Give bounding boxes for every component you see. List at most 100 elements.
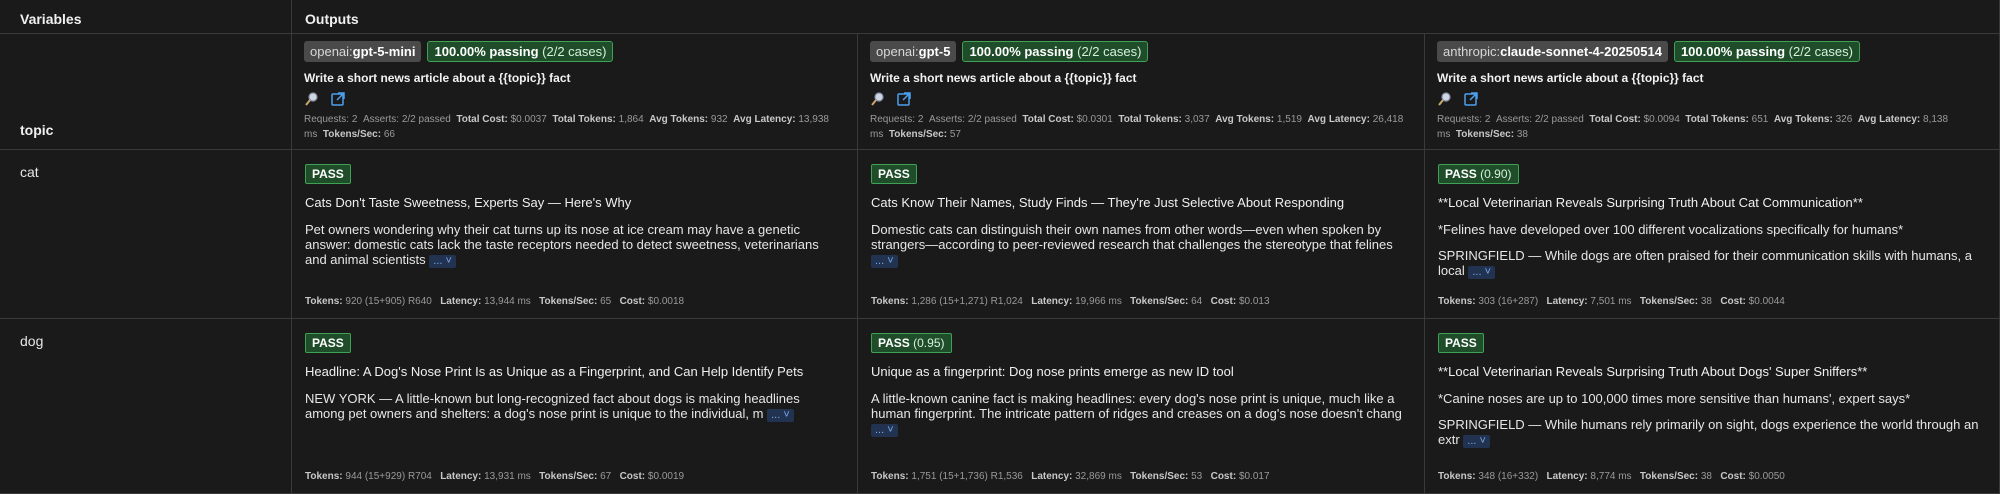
result-cell[interactable]: PASS (0.95) Unique as a fingerprint: Dog …	[858, 319, 1425, 494]
provider-label: openai:gpt-5	[870, 41, 957, 62]
stat-label: Tokens/Sec:	[322, 129, 382, 140]
result-cell[interactable]: PASS Cats Don't Taste Sweetness, Experts …	[292, 150, 858, 319]
result-cell[interactable]: PASS (0.90) **Local Veterinarian Reveals …	[1425, 150, 2000, 319]
stat-value: 2/2 passed	[401, 114, 451, 125]
stat-label: Cost:	[1210, 296, 1237, 307]
more-label: ...	[771, 409, 781, 421]
stat-avg-tokens: Avg Tokens: 1,519	[1215, 114, 1307, 125]
pass-badge: PASS	[305, 333, 351, 353]
stat-latency: Latency: 7,501 ms	[1547, 296, 1640, 307]
chevron-down-icon: ˅	[780, 409, 790, 421]
stat-value: 13,931 ms	[484, 471, 531, 482]
show-more-button[interactable]: ... ˅	[767, 409, 794, 422]
show-more-button[interactable]: ... ˅	[871, 424, 898, 437]
provider-model: gpt-5	[918, 44, 951, 59]
stat-label: Tokens/Sec:	[888, 129, 948, 140]
show-more-button[interactable]: ... ˅	[1463, 435, 1490, 448]
stat-cost: Cost: $0.0044	[1720, 296, 1793, 307]
stat-value: 920 (15+905) R640	[345, 296, 432, 307]
pass-badge: PASS	[1438, 333, 1484, 353]
stat-requests: Requests: 2	[1437, 114, 1496, 125]
stat-tokens: Tokens: 920 (15+905) R640	[305, 296, 440, 307]
stat-label: Tokens:	[1438, 296, 1476, 307]
stat-label: Avg Tokens:	[1215, 114, 1275, 125]
stat-label: Avg Latency:	[1857, 114, 1921, 125]
show-more-button[interactable]: ... ˅	[429, 255, 456, 268]
result-title: **Local Veterinarian Reveals Surprising …	[1438, 195, 1863, 210]
stat-value: 1,751 (15+1,736) R1,536	[911, 471, 1023, 482]
stat-value: 66	[383, 129, 395, 140]
provider-label: openai:gpt-5-mini	[304, 41, 422, 62]
stat-avg-tokens: Avg Tokens: 932	[649, 114, 733, 125]
stat-latency: Latency: 32,869 ms	[1031, 471, 1130, 482]
provider-stats: Requests: 2 Asserts: 2/2 passed Total Co…	[870, 112, 1424, 142]
open-external-icon[interactable]	[330, 91, 346, 107]
result-title: Cats Know Their Names, Study Finds — The…	[871, 195, 1345, 210]
stat-label: Total Tokens:	[552, 114, 616, 125]
pass-label: PASS	[878, 336, 910, 350]
result-stats: Tokens: 944 (15+929) R704 Latency: 13,93…	[305, 471, 692, 482]
stat-cost: Cost: $0.017	[1211, 471, 1278, 482]
stat-value: 65	[600, 296, 612, 307]
pass-rate: 100.00% passing	[1680, 44, 1786, 59]
stat-label: Requests:	[870, 114, 916, 125]
magnifier-icon[interactable]	[870, 91, 886, 107]
stat-value: 67	[600, 471, 612, 482]
pass-cases: (2/2 cases)	[1788, 44, 1853, 59]
show-more-button[interactable]: ... ˅	[1468, 266, 1496, 279]
stat-value: 651	[1751, 114, 1769, 125]
variable-cell: dog	[0, 319, 292, 494]
stat-cost: Cost: $0.013	[1211, 296, 1278, 307]
provider-header: anthropic:claude-sonnet-4-20250514 100.00…	[1425, 34, 2000, 150]
result-text: Pet owners wondering why their cat turns…	[305, 222, 819, 267]
stat-value: $0.0094	[1643, 114, 1680, 125]
stat-label: Asserts:	[362, 114, 400, 125]
stat-value: $0.017	[1238, 471, 1270, 482]
prompt-actions	[304, 91, 857, 107]
stat-value: 64	[1191, 296, 1203, 307]
open-external-icon[interactable]	[1463, 91, 1479, 107]
pass-label: PASS	[312, 336, 344, 350]
stat-tokens: Tokens: 1,286 (15+1,271) R1,024	[871, 296, 1031, 307]
chevron-down-icon: ˅	[1481, 266, 1492, 278]
provider-prefix: openai:	[310, 44, 353, 59]
result-body: Domestic cats can distinguish their own …	[871, 222, 1410, 268]
magnifier-icon[interactable]	[1437, 91, 1453, 107]
pass-rate-badge: 100.00% passing (2/2 cases)	[427, 41, 614, 62]
stat-asserts: Asserts: 2/2 passed	[363, 114, 456, 125]
more-label: ...	[1472, 266, 1482, 278]
stat-label: Asserts:	[1495, 114, 1533, 125]
variable-column-header: topic	[0, 34, 292, 150]
result-cell[interactable]: PASS Cats Know Their Names, Study Finds —…	[858, 150, 1425, 319]
prompt-actions	[870, 91, 1424, 107]
stat-value: 2	[1484, 114, 1491, 125]
show-more-button[interactable]: ... ˅	[871, 255, 898, 268]
pass-badge: PASS	[871, 164, 917, 184]
stat-value: 1,286 (15+1,271) R1,024	[911, 296, 1023, 307]
pass-label: PASS	[312, 167, 344, 181]
variables-header: Variables	[0, 0, 292, 34]
stat-label: Avg Latency:	[1307, 114, 1370, 125]
open-external-icon[interactable]	[896, 91, 912, 107]
prompt-text: Write a short news article about a {{top…	[304, 71, 571, 85]
result-cell[interactable]: PASS Headline: A Dog's Nose Print Is as U…	[292, 319, 858, 494]
result-body: SPRINGFIELD — While dogs are often prais…	[1438, 248, 1985, 279]
result-text: SPRINGFIELD — While humans rely primaril…	[1438, 417, 1979, 447]
stat-label: Total Cost:	[1589, 114, 1641, 125]
provider-prefix: anthropic:	[1443, 44, 1501, 59]
stat-label: Latency:	[1546, 296, 1588, 307]
result-stats: Tokens: 920 (15+905) R640 Latency: 13,94…	[305, 296, 692, 307]
stat-tokens-sec: Tokens/Sec: 38	[1640, 296, 1720, 307]
stat-value: 326	[1835, 114, 1853, 125]
stat-label: Requests:	[1437, 114, 1483, 125]
stat-label: Total Cost:	[1022, 114, 1074, 125]
stat-value: 53	[1191, 471, 1203, 482]
stat-value: 19,966 ms	[1075, 296, 1122, 307]
stat-value: $0.0037	[510, 114, 547, 125]
stat-requests: Requests: 2	[304, 114, 363, 125]
stat-avg-tokens: Avg Tokens: 326	[1774, 114, 1858, 125]
result-cell[interactable]: PASS **Local Veterinarian Reveals Surpris…	[1425, 319, 2000, 494]
result-text: A little-known canine fact is making hea…	[871, 391, 1402, 421]
stat-value: $0.0019	[647, 471, 685, 482]
magnifier-icon[interactable]	[304, 91, 320, 107]
